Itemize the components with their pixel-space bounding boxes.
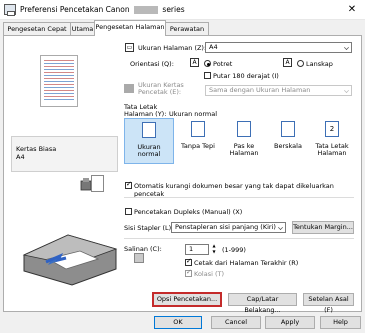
- page-preview-content: [44, 60, 74, 102]
- landscape-label: Lanskap: [306, 60, 333, 68]
- close-icon[interactable]: ✕: [344, 2, 360, 18]
- layout-normal-size[interactable]: Ukuran normal: [124, 118, 174, 164]
- landscape-icon: A: [283, 58, 292, 67]
- orientation-label: Orientasi (Q):: [130, 60, 174, 68]
- portrait-radio[interactable]: [204, 60, 211, 67]
- page-size-label: Ukuran Halaman (Z):: [138, 44, 207, 52]
- page-layout-label-2: Halaman (Y):: [124, 110, 167, 118]
- copies-down-icon[interactable]: ▼: [211, 249, 217, 254]
- specify-margin-button[interactable]: Tentukan Margin...: [292, 221, 354, 234]
- stapling-side-value: Penstapleran sisi panjang (Kiri): [175, 223, 276, 231]
- page-size-select[interactable]: A4: [205, 42, 352, 53]
- separator: [124, 238, 354, 239]
- auto-reduce-label: Otomatis kurangi dokumen besar yang tak …: [134, 182, 334, 198]
- help-button[interactable]: Help: [320, 316, 361, 329]
- tab-pengesetan-halaman[interactable]: Pengesetan Halaman: [94, 20, 166, 36]
- layout-page-layout[interactable]: 2 Tata Letak Halaman: [310, 118, 354, 164]
- layout-option-line2: Halaman: [229, 149, 259, 157]
- copies-range: (1-999): [222, 246, 246, 254]
- layout-option-label: Pas ke Halaman: [222, 143, 266, 157]
- layout-option-label: Ukuran normal: [137, 143, 161, 158]
- copies-icon: [134, 253, 144, 263]
- separator: [124, 197, 354, 198]
- print-options-button[interactable]: Opsi Pencetakan...: [152, 292, 222, 307]
- portrait-icon: A: [190, 58, 199, 67]
- cancel-button[interactable]: Cancel: [211, 316, 261, 329]
- scaled-icon: [281, 121, 295, 137]
- rotate-180-checkbox[interactable]: [204, 72, 211, 79]
- tab-utama[interactable]: Utama: [70, 22, 95, 35]
- print-from-last-label: Cetak dari Halaman Terakhir (R): [194, 259, 299, 267]
- collate-checkbox[interactable]: [185, 268, 192, 277]
- window-title: Preferensi Pencetakan Canon series: [20, 5, 185, 14]
- duplex-checkbox[interactable]: [125, 208, 132, 215]
- paper-source-icon: [91, 175, 104, 192]
- layout-option-line2: Halaman: [317, 149, 347, 157]
- page-layout-current: Ukuran normal: [169, 110, 218, 118]
- fit-to-page-icon: [237, 121, 251, 137]
- printer-paper-size-value: Sama dengan Ukuran Halaman: [209, 86, 311, 94]
- layout-fit-to-page[interactable]: Pas ke Halaman: [222, 118, 266, 164]
- landscape-radio[interactable]: [297, 60, 304, 67]
- printer-paper-label-2: Pencetak (E):: [138, 88, 182, 96]
- auto-reduce-checkbox[interactable]: [125, 180, 132, 189]
- apply-button[interactable]: Apply: [265, 316, 315, 329]
- copies-up-icon[interactable]: ▲: [211, 243, 217, 248]
- stamp-background-button[interactable]: Cap/Latar Belakang...: [228, 293, 297, 314]
- redacted-model-name: [134, 6, 159, 14]
- stapling-side-label: Sisi Stapler (L):: [124, 224, 174, 232]
- page-size-value: A4: [209, 43, 218, 51]
- media-size-label: A4: [16, 153, 25, 161]
- window-title-text: Preferensi Pencetakan Canon: [20, 5, 130, 14]
- printer-app-icon: [4, 4, 16, 16]
- layout-option-label: Berskala: [274, 142, 302, 150]
- page-layout-icon: 2: [325, 121, 339, 137]
- portrait-label: Potret: [213, 60, 233, 68]
- normal-size-icon: [142, 122, 156, 138]
- printer-paper-icon: [124, 84, 134, 93]
- collate-label: Kolasi (T): [194, 270, 225, 278]
- copies-label: Salinan (C):: [124, 245, 162, 253]
- media-info-box: Kertas Biasa A4: [11, 136, 118, 172]
- rotate-180-label: Putar 180 derajat (I): [213, 72, 279, 80]
- media-type-label: Kertas Biasa: [16, 145, 57, 153]
- copies-value: 1: [189, 245, 194, 253]
- printer-paper-size-select[interactable]: Sama dengan Ukuran Halaman: [205, 85, 352, 96]
- layout-option-label: Tata Letak Halaman: [310, 143, 354, 157]
- page-size-icon: ▭: [125, 43, 134, 52]
- layout-option-label: Tanpa Tepi: [181, 142, 215, 150]
- copies-input[interactable]: 1: [185, 244, 209, 255]
- printer-illustration-icon: [22, 234, 118, 286]
- layout-borderless[interactable]: Tanpa Tepi: [176, 118, 220, 164]
- ok-button[interactable]: OK: [154, 316, 202, 329]
- tab-perawatan[interactable]: Perawatan: [165, 22, 209, 35]
- print-from-last-checkbox[interactable]: [185, 257, 192, 266]
- title-bar: Preferensi Pencetakan Canon series ✕: [0, 0, 365, 20]
- window-title-suffix: series: [162, 5, 185, 14]
- borderless-icon: [191, 121, 205, 137]
- chevron-down-icon: [344, 45, 349, 50]
- duplex-label: Pencetakan Dupleks (Manual) (X): [134, 208, 243, 216]
- stapling-side-select[interactable]: Penstapleran sisi panjang (Kiri): [171, 222, 286, 233]
- layout-scaled[interactable]: Berskala: [268, 118, 308, 164]
- chevron-down-icon: [278, 225, 283, 230]
- defaults-button[interactable]: Setelan Asal (F): [303, 293, 354, 314]
- chevron-down-icon: [344, 88, 349, 93]
- tab-pengesetan-cepat[interactable]: Pengesetan Cepat: [3, 22, 71, 35]
